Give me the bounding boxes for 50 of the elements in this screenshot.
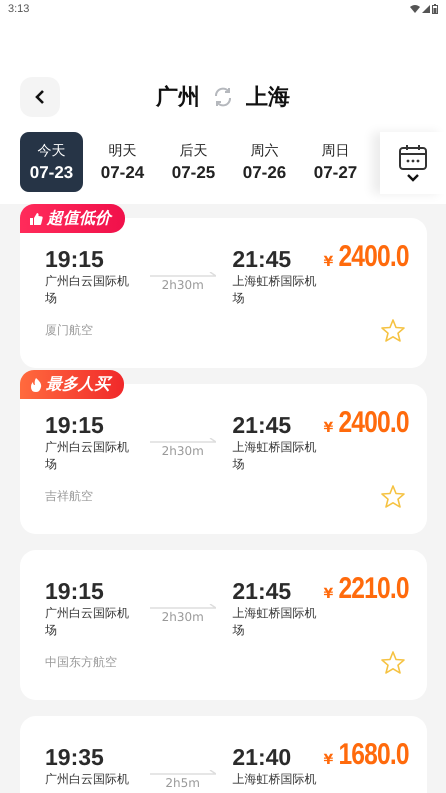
origin-city: 广州 bbox=[156, 84, 200, 112]
promo-badge: 超值低价 bbox=[20, 204, 125, 233]
departure-airport: 广州白云国际机 bbox=[45, 771, 130, 788]
arrival-airport: 上海虹桥国际机场 bbox=[232, 439, 318, 473]
signal-icon bbox=[422, 5, 430, 13]
arrival-time: 21:45 bbox=[232, 246, 292, 272]
arrival-time: 21:40 bbox=[232, 744, 292, 770]
flame-icon bbox=[30, 378, 42, 392]
arrival-time: 21:45 bbox=[232, 578, 292, 604]
arrival-airport: 上海虹桥国际机场 bbox=[232, 605, 318, 639]
destination-city: 上海 bbox=[246, 84, 290, 112]
departure-airport: 广州白云国际机场 bbox=[45, 439, 130, 473]
date-tab[interactable]: 周六 07-26 bbox=[233, 132, 296, 192]
flight-duration: 2h30m bbox=[162, 278, 204, 292]
date-tab[interactable]: 周日 07-27 bbox=[304, 132, 367, 192]
price: ¥ 1680.0 bbox=[323, 738, 409, 773]
favorite-star-icon[interactable] bbox=[381, 485, 405, 508]
departure-airport: 广州白云国际机场 bbox=[45, 273, 130, 307]
flight-duration: 2h30m bbox=[162, 610, 204, 624]
departure-airport: 广州白云国际机场 bbox=[45, 605, 130, 639]
swap-icon[interactable] bbox=[212, 86, 234, 108]
date-tab[interactable]: 明天 07-24 bbox=[91, 132, 154, 192]
airline-name: 吉祥航空 bbox=[45, 488, 93, 505]
favorite-star-icon[interactable] bbox=[381, 319, 405, 342]
price: ¥ 2400.0 bbox=[323, 240, 409, 275]
calendar-button[interactable] bbox=[380, 132, 446, 194]
departure-time: 19:15 bbox=[45, 246, 105, 272]
promo-badge: 最多人买 bbox=[20, 370, 124, 399]
calendar-icon bbox=[399, 144, 427, 170]
airline-name: 厦门航空 bbox=[45, 322, 93, 339]
date-tab[interactable]: 今天 07-23 bbox=[20, 132, 83, 192]
status-time: 3:13 bbox=[8, 3, 30, 15]
chevron-down-icon bbox=[407, 174, 419, 182]
arrival-airport: 上海虹桥国际机场 bbox=[232, 273, 318, 307]
flight-duration: 2h30m bbox=[162, 444, 204, 458]
date-tab[interactable]: 后天 07-25 bbox=[162, 132, 225, 192]
departure-time: 19:35 bbox=[45, 744, 105, 770]
price: ¥ 2210.0 bbox=[323, 572, 409, 607]
departure-time: 19:15 bbox=[45, 412, 105, 438]
battery-icon bbox=[432, 4, 438, 14]
flight-duration: 2h5m bbox=[165, 776, 200, 790]
arrival-time: 21:45 bbox=[232, 412, 292, 438]
arrival-airport: 上海虹桥国际机 bbox=[232, 771, 318, 788]
airline-name: 中国东方航空 bbox=[45, 654, 117, 671]
price: ¥ 2400.0 bbox=[323, 406, 409, 441]
wifi-icon bbox=[410, 5, 420, 13]
back-button[interactable] bbox=[20, 77, 60, 117]
favorite-star-icon[interactable] bbox=[381, 651, 405, 674]
departure-time: 19:15 bbox=[45, 578, 105, 604]
thumbs-up-icon bbox=[30, 212, 43, 224]
